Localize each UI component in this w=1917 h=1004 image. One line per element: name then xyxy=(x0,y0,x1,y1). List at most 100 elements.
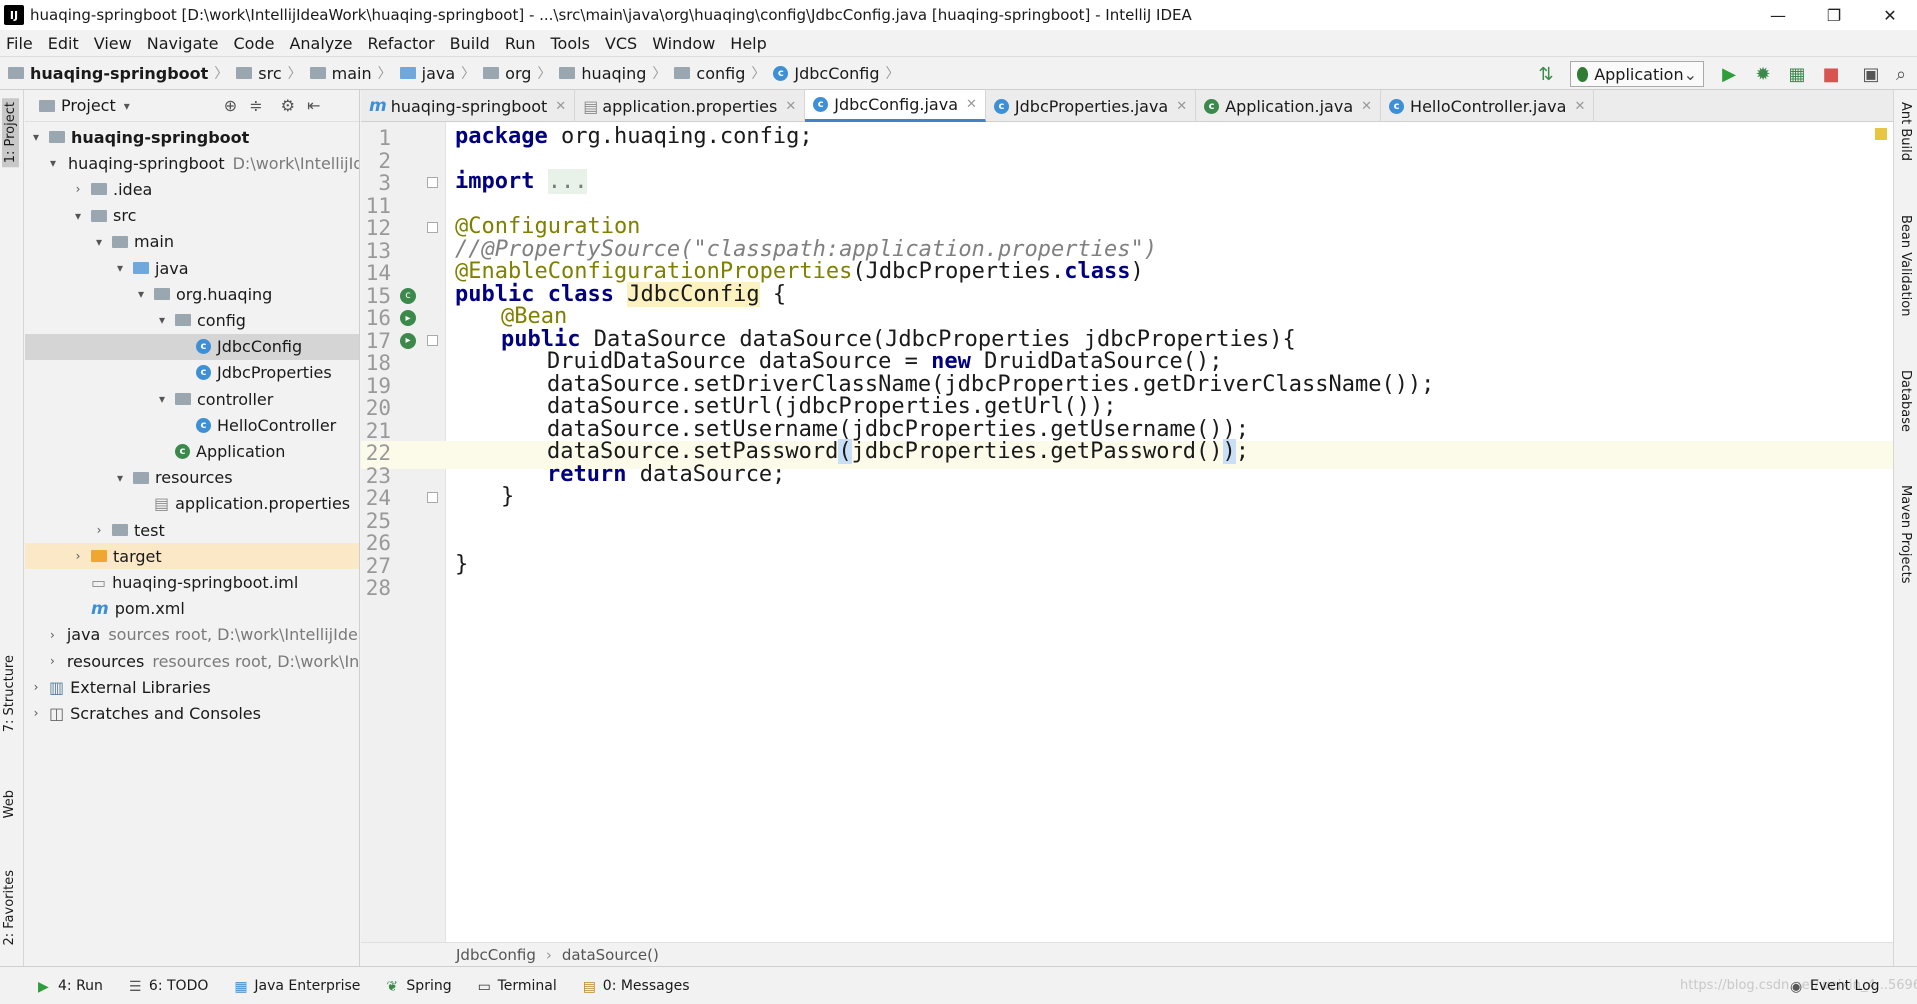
editor-tab[interactable]: ▤ application.properties ✕ xyxy=(575,90,806,122)
maximize-button[interactable]: ❐ xyxy=(1806,0,1862,30)
tool-bean-validation[interactable]: Bean Validation xyxy=(1898,215,1913,316)
breadcrumb-src[interactable]: src 〉 xyxy=(236,63,302,83)
tool-java-enterprise[interactable]: ▦ Java Enterprise xyxy=(234,978,360,995)
gear-icon[interactable]: ⚙ xyxy=(281,96,295,115)
chevron-right-icon[interactable]: › xyxy=(71,549,85,563)
chevron-right-icon[interactable]: › xyxy=(50,654,55,668)
tool-database[interactable]: Database xyxy=(1898,370,1913,432)
menu-help[interactable]: Help xyxy=(730,34,766,53)
tool-run[interactable]: ▶ 4: Run xyxy=(38,978,103,995)
chevron-right-icon[interactable]: › xyxy=(29,680,43,694)
tree-item[interactable]: ▾ huaqing-springboot xyxy=(25,124,359,150)
code-editor[interactable]: package org.huaqing.config; import ... @Co… xyxy=(446,122,1893,942)
hide-panel-icon[interactable]: ⇤ xyxy=(307,96,320,115)
tree-item[interactable]: › test xyxy=(25,517,359,543)
fold-toggle-icon[interactable] xyxy=(427,334,438,346)
close-tab-icon[interactable]: ✕ xyxy=(1574,99,1585,114)
stop-icon[interactable]: ■ xyxy=(1820,63,1842,85)
menu-run[interactable]: Run xyxy=(505,34,536,53)
tree-item[interactable]: ▾ huaqing-springboot D:\work\IntellijIdeaW… xyxy=(25,150,359,176)
tree-item[interactable]: c JdbcConfig xyxy=(25,333,359,360)
menu-view[interactable]: View xyxy=(94,34,132,53)
project-structure-icon[interactable]: ▣ xyxy=(1860,63,1882,85)
chevron-down-icon[interactable]: ▾ xyxy=(155,313,169,327)
chevron-right-icon[interactable]: › xyxy=(29,706,43,720)
tree-item[interactable]: ▾ org.huaqing xyxy=(25,281,359,307)
minimize-button[interactable]: — xyxy=(1750,0,1806,30)
chevron-down-icon[interactable]: ▾ xyxy=(134,287,148,301)
tool-spring[interactable]: ❦ Spring xyxy=(386,978,451,995)
coverage-icon[interactable]: ▦ xyxy=(1786,63,1808,85)
close-tab-icon[interactable]: ✕ xyxy=(785,99,796,114)
tool-ant-build[interactable]: Ant Build xyxy=(1898,102,1913,161)
chevron-down-icon[interactable]: ▾ xyxy=(29,130,43,144)
editor-tab[interactable]: c JdbcConfig.java ✕ xyxy=(805,90,986,122)
tree-item[interactable]: › java sources root, D:\work\IntellijIdeaW… xyxy=(25,622,359,648)
tree-item[interactable]: › .idea xyxy=(25,176,359,202)
tree-item[interactable]: c Application xyxy=(25,438,359,464)
code-line[interactable]: import ... xyxy=(455,168,588,196)
menu-edit[interactable]: Edit xyxy=(48,34,79,53)
collapse-all-icon[interactable]: ≑ xyxy=(249,96,262,115)
tool-messages[interactable]: ▤ 0: Messages xyxy=(583,978,690,995)
chevron-down-icon[interactable]: ▾ xyxy=(50,156,56,170)
tree-item[interactable]: › ◫ Scratches and Consoles xyxy=(25,700,359,726)
breadcrumb-jdbcconfig[interactable]: c JdbcConfig 〉 xyxy=(773,63,900,83)
chevron-down-icon[interactable]: ▾ xyxy=(113,471,127,485)
menu-build[interactable]: Build xyxy=(450,34,490,53)
debug-icon[interactable]: ✹ xyxy=(1752,63,1774,85)
build-icon[interactable]: ⇅ xyxy=(1535,63,1557,85)
menu-refactor[interactable]: Refactor xyxy=(368,34,435,53)
fold-toggle-icon[interactable] xyxy=(427,222,438,233)
breadcrumb-config[interactable]: config 〉 xyxy=(674,63,765,83)
code-line[interactable]: return dataSource; xyxy=(547,461,785,489)
editor-crumb-class[interactable]: JdbcConfig xyxy=(456,946,536,964)
close-tab-icon[interactable]: ✕ xyxy=(1176,99,1187,114)
chevron-down-icon[interactable]: ▾ xyxy=(71,209,85,223)
project-view-select[interactable]: Project xyxy=(61,96,116,115)
chevron-down-icon[interactable]: ▾ xyxy=(92,235,106,249)
menu-tools[interactable]: Tools xyxy=(551,34,590,53)
spring-bean-gutter-icon[interactable]: ▸ xyxy=(400,332,416,349)
tree-item[interactable]: ▾ main xyxy=(25,229,359,255)
chevron-down-icon[interactable]: ▾ xyxy=(113,261,127,275)
fold-toggle-icon[interactable] xyxy=(427,492,438,503)
breadcrumb-huaqing[interactable]: huaqing 〉 xyxy=(559,63,666,83)
search-icon[interactable]: ⌕ xyxy=(1890,63,1912,85)
editor-tab[interactable]: c Application.java ✕ xyxy=(1196,90,1382,122)
chevron-down-icon[interactable]: ▾ xyxy=(155,392,169,406)
menu-navigate[interactable]: Navigate xyxy=(147,34,219,53)
menu-vcs[interactable]: VCS xyxy=(605,34,637,53)
fold-toggle-icon[interactable] xyxy=(427,177,438,188)
tree-item[interactable]: ▭ huaqing-springboot.iml xyxy=(25,569,359,595)
tree-item[interactable]: › target xyxy=(25,543,359,570)
tool-favorites[interactable]: 2: Favorites xyxy=(2,870,17,946)
chevron-right-icon[interactable]: › xyxy=(92,523,106,537)
tree-item[interactable]: › resources resources root, D:\work\Intell… xyxy=(25,648,359,674)
menu-file[interactable]: File xyxy=(6,34,33,53)
code-line[interactable]: } xyxy=(455,551,468,579)
menu-code[interactable]: Code xyxy=(234,34,275,53)
editor-tab[interactable]: m huaqing-springboot ✕ xyxy=(361,90,576,122)
breadcrumb-project[interactable]: huaqing-springboot 〉 xyxy=(8,63,228,83)
run-configuration-select[interactable]: Application ⌄ xyxy=(1570,61,1704,87)
chevron-right-icon[interactable]: › xyxy=(50,628,55,642)
tree-item[interactable]: ▤ application.properties xyxy=(25,491,359,517)
menu-analyze[interactable]: Analyze xyxy=(289,34,352,53)
tree-item[interactable]: ▾ src xyxy=(25,203,359,229)
breadcrumb-java[interactable]: java 〉 xyxy=(399,63,475,83)
editor-crumb-method[interactable]: dataSource() xyxy=(562,946,659,964)
tool-project[interactable]: 1: Project xyxy=(2,98,19,168)
tree-item[interactable]: c HelloController xyxy=(25,412,359,438)
tree-item[interactable]: c JdbcProperties xyxy=(25,360,359,386)
tree-item[interactable]: ▾ java xyxy=(25,255,359,281)
tool-terminal[interactable]: ▭ Terminal xyxy=(478,978,557,995)
tool-structure[interactable]: 7: Structure xyxy=(2,655,17,732)
tool-event-log[interactable]: ◉ Event Log xyxy=(1790,978,1880,995)
close-tab-icon[interactable]: ✕ xyxy=(555,99,566,114)
spring-config-gutter-icon[interactable]: c xyxy=(400,287,416,304)
chevron-down-icon[interactable]: ▾ xyxy=(124,99,130,113)
tree-item[interactable]: ▾ config xyxy=(25,307,359,333)
close-tab-icon[interactable]: ✕ xyxy=(1361,99,1372,114)
tree-item[interactable]: ▾ controller xyxy=(25,386,359,412)
